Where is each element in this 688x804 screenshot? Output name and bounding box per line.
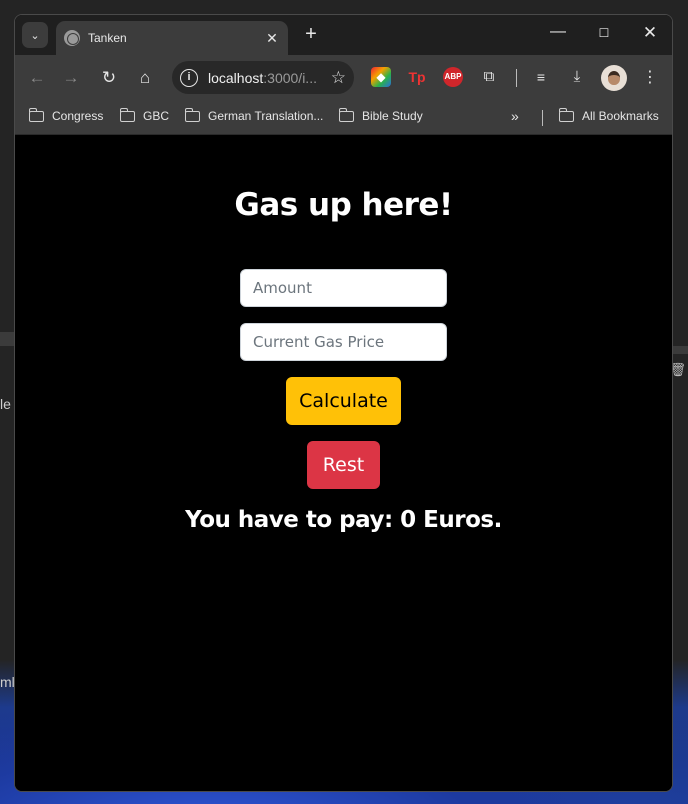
tab-strip: ⌄ Tanken ✕ + — ☐ ✕ — [15, 15, 672, 55]
avatar-face-icon — [608, 71, 620, 85]
tab-search-button[interactable]: ⌄ — [22, 22, 48, 48]
bookmark-label: All Bookmarks — [582, 109, 659, 123]
profile-avatar[interactable] — [601, 65, 627, 91]
desktop-text-left: le — [0, 396, 11, 412]
extensions-puzzle-icon[interactable]: ⧉ — [479, 67, 499, 87]
bookmark-label: Bible Study — [362, 109, 423, 123]
bookmark-star-icon[interactable]: ☆ — [331, 68, 346, 88]
browser-toolbar: ← → ↻ ⌂ i localhost:3000/i... ☆ ◆ Tp ABP… — [15, 55, 672, 101]
more-bookmarks-chevron-icon[interactable]: » — [511, 108, 519, 124]
back-arrow-icon[interactable]: ← — [25, 66, 49, 90]
bookmark-folder-congress[interactable]: Congress — [28, 107, 104, 123]
reset-button[interactable]: Rest — [307, 441, 380, 489]
close-tab-icon[interactable]: ✕ — [264, 30, 280, 47]
home-icon[interactable]: ⌂ — [133, 66, 157, 90]
maximize-button[interactable]: ☐ — [589, 26, 619, 40]
folder-icon — [184, 107, 200, 122]
bookmark-folder-bible-study[interactable]: Bible Study — [338, 107, 423, 123]
toolbar-divider — [516, 69, 517, 87]
folder-icon — [558, 107, 574, 122]
bookmark-label: German Translation... — [208, 109, 324, 123]
folder-icon — [338, 107, 354, 122]
extension-colorful-icon[interactable]: ◆ — [371, 67, 391, 87]
page-title: Gas up here! — [234, 187, 453, 223]
site-info-icon[interactable]: i — [180, 68, 198, 87]
reload-icon[interactable]: ↻ — [97, 66, 121, 90]
all-bookmarks-folder[interactable]: All Bookmarks — [558, 107, 659, 123]
url-host: localhost — [208, 69, 264, 86]
forward-arrow-icon[interactable]: → — [59, 66, 83, 90]
bookmark-label: GBC — [143, 109, 170, 123]
media-queue-icon[interactable]: ≡ — [531, 67, 551, 87]
calculate-button[interactable]: Calculate — [286, 377, 401, 425]
amount-input[interactable] — [240, 269, 447, 307]
browser-window: ⌄ Tanken ✕ + — ☐ ✕ ← → ↻ ⌂ i localhost:3… — [14, 14, 673, 792]
desktop-panel-right — [672, 346, 688, 354]
desktop-panel-left — [0, 332, 14, 346]
bookmarks-divider — [542, 110, 543, 126]
page-content: Gas up here! Calculate Rest You have to … — [15, 135, 672, 791]
gas-price-input[interactable] — [240, 323, 447, 361]
bookmarks-bar: Congress GBC German Translation... Bible… — [15, 101, 672, 135]
download-icon[interactable]: ⤓ — [567, 67, 587, 87]
active-tab[interactable]: Tanken ✕ — [56, 21, 288, 55]
minimize-button[interactable]: — — [543, 23, 573, 41]
adblock-icon[interactable]: ABP — [443, 67, 463, 87]
new-tab-button[interactable]: + — [299, 23, 323, 46]
menu-dots-icon[interactable]: ⋮ — [641, 66, 659, 90]
folder-icon — [28, 107, 44, 122]
address-bar[interactable]: i localhost:3000/i... ☆ — [172, 61, 354, 94]
folder-icon — [119, 107, 135, 122]
payment-result-text: You have to pay: 0 Euros. — [185, 507, 502, 533]
extension-tp-icon[interactable]: Tp — [407, 67, 427, 87]
bookmark-label: Congress — [52, 109, 104, 123]
globe-icon — [64, 30, 80, 46]
bookmark-folder-gbc[interactable]: GBC — [119, 107, 170, 123]
bookmark-folder-german-translation[interactable]: German Translation... — [184, 107, 324, 123]
close-window-button[interactable]: ✕ — [635, 23, 665, 43]
tab-title: Tanken — [88, 31, 127, 45]
url-path: :3000/i... — [263, 69, 317, 86]
